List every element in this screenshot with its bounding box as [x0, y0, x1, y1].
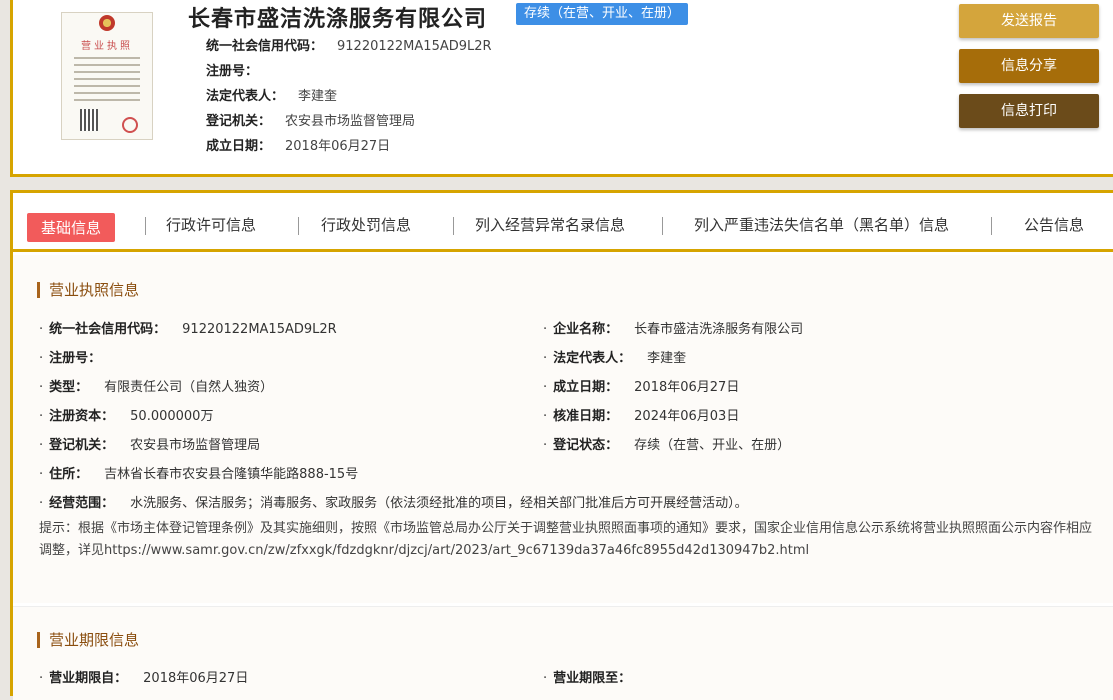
header-reg-authority: 登记机关： 农安县市场监督管理局 [206, 114, 416, 129]
field-business-scope: · 经营范围： 水洗服务、保洁服务；消毒服务、家政服务（依法须经批准的项目，经相关部… [39, 496, 748, 511]
company-header-card: 营业执照 长春市盛洁洗涤服务有限公司 存续（在营、开业、在册） 统一社会信用代码… [10, 0, 1113, 177]
tab-basic-info[interactable]: 基础信息 [27, 213, 116, 242]
section-title-period: 营业期限信息 [37, 632, 139, 648]
tab-separator [991, 217, 992, 235]
company-name: 长春市盛洁洗涤服务有限公司 [188, 7, 488, 32]
print-info-button[interactable]: 信息打印 [959, 94, 1099, 128]
official-seal-icon [122, 117, 138, 133]
header-legal-rep: 法定代表人： 李建奎 [206, 89, 338, 104]
section-title-license: 营业执照信息 [37, 282, 139, 298]
tab-separator [298, 217, 299, 235]
field-credit-code: · 统一社会信用代码： 91220122MA15AD9L2R [39, 322, 337, 337]
license-thumbnail-title: 营业执照 [81, 41, 133, 52]
field-company-type: · 类型： 有限责任公司（自然人独资） [39, 380, 274, 395]
field-approval-date: · 核准日期： 2024年06月03日 [543, 409, 740, 424]
field-reg-status: · 登记状态： 存续（在营、开业、在册） [543, 438, 791, 453]
field-reg-authority: · 登记机关： 农安县市场监督管理局 [39, 438, 261, 453]
main-content-card: 基础信息 行政许可信息 行政处罚信息 列入经营异常名录信息 列入严重违法失信名单… [10, 190, 1113, 700]
header-establish-date: 成立日期： 2018年06月27日 [206, 139, 391, 154]
header-reg-number: 注册号： [206, 64, 259, 79]
tab-blacklist[interactable]: 列入严重违法失信名单（黑名单）信息 [694, 214, 949, 235]
license-info-section: 营业执照信息 · 统一社会信用代码： 91220122MA15AD9L2R · 注册号… [13, 255, 1113, 603]
field-period-from: · 营业期限自： 2018年06月27日 [39, 671, 249, 686]
tab-abnormal-list[interactable]: 列入经营异常名录信息 [475, 214, 625, 235]
status-badge: 存续（在营、开业、在册） [516, 3, 689, 25]
field-establish-date: · 成立日期： 2018年06月27日 [543, 380, 740, 395]
tab-announcements[interactable]: 公告信息 [1024, 214, 1084, 235]
field-period-to: · 营业期限至： [543, 671, 632, 686]
tab-separator [145, 217, 146, 235]
header-credit-code: 统一社会信用代码： 91220122MA15AD9L2R [206, 39, 492, 54]
send-report-button[interactable]: 发送报告 [959, 4, 1099, 38]
field-legal-rep: · 法定代表人： 李建奎 [543, 351, 687, 366]
business-license-thumbnail[interactable]: 营业执照 [61, 12, 153, 140]
national-emblem-icon [99, 15, 115, 31]
period-info-section: 营业期限信息 · 营业期限自： 2018年06月27日 · 营业期限至： [13, 606, 1113, 700]
qr-code-icon [80, 109, 98, 131]
field-address: · 住所： 吉林省长春市农安县合隆镇华能路888-15号 [39, 467, 359, 482]
license-notice-text: 提示：根据《市场主体登记管理条例》及其实施细则，按照《市场监管总局办公厅关于调整… [39, 521, 1093, 558]
license-text-lines [74, 57, 140, 106]
field-reg-capital: · 注册资本： 50.000000万 [39, 409, 214, 424]
tab-separator [453, 217, 454, 235]
share-info-button[interactable]: 信息分享 [959, 49, 1099, 83]
tab-separator [662, 217, 663, 235]
field-reg-number: · 注册号： [39, 351, 102, 366]
field-company-name: · 企业名称： 长春市盛洁洗涤服务有限公司 [543, 322, 804, 337]
tab-admin-penalty[interactable]: 行政处罚信息 [321, 214, 411, 235]
info-tabs: 基础信息 行政许可信息 行政处罚信息 列入经营异常名录信息 列入严重违法失信名单… [13, 203, 1113, 252]
tab-admin-license[interactable]: 行政许可信息 [166, 214, 256, 235]
